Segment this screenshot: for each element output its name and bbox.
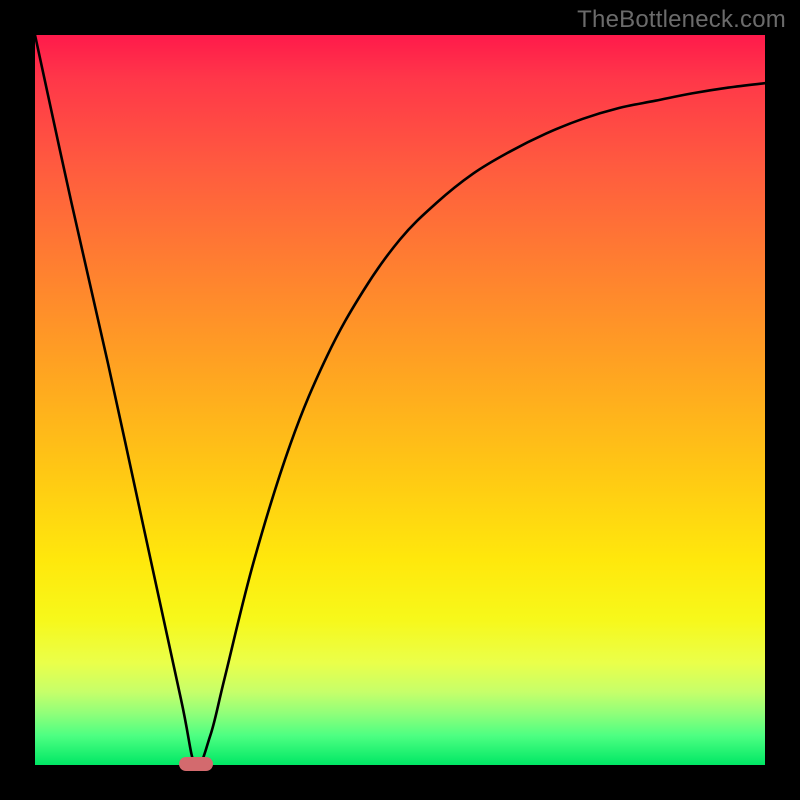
plot-area xyxy=(35,35,765,765)
minimum-marker xyxy=(179,757,213,771)
bottleneck-curve xyxy=(35,35,765,766)
chart-svg xyxy=(35,35,765,765)
chart-frame: TheBottleneck.com xyxy=(0,0,800,800)
watermark-text: TheBottleneck.com xyxy=(577,6,786,34)
